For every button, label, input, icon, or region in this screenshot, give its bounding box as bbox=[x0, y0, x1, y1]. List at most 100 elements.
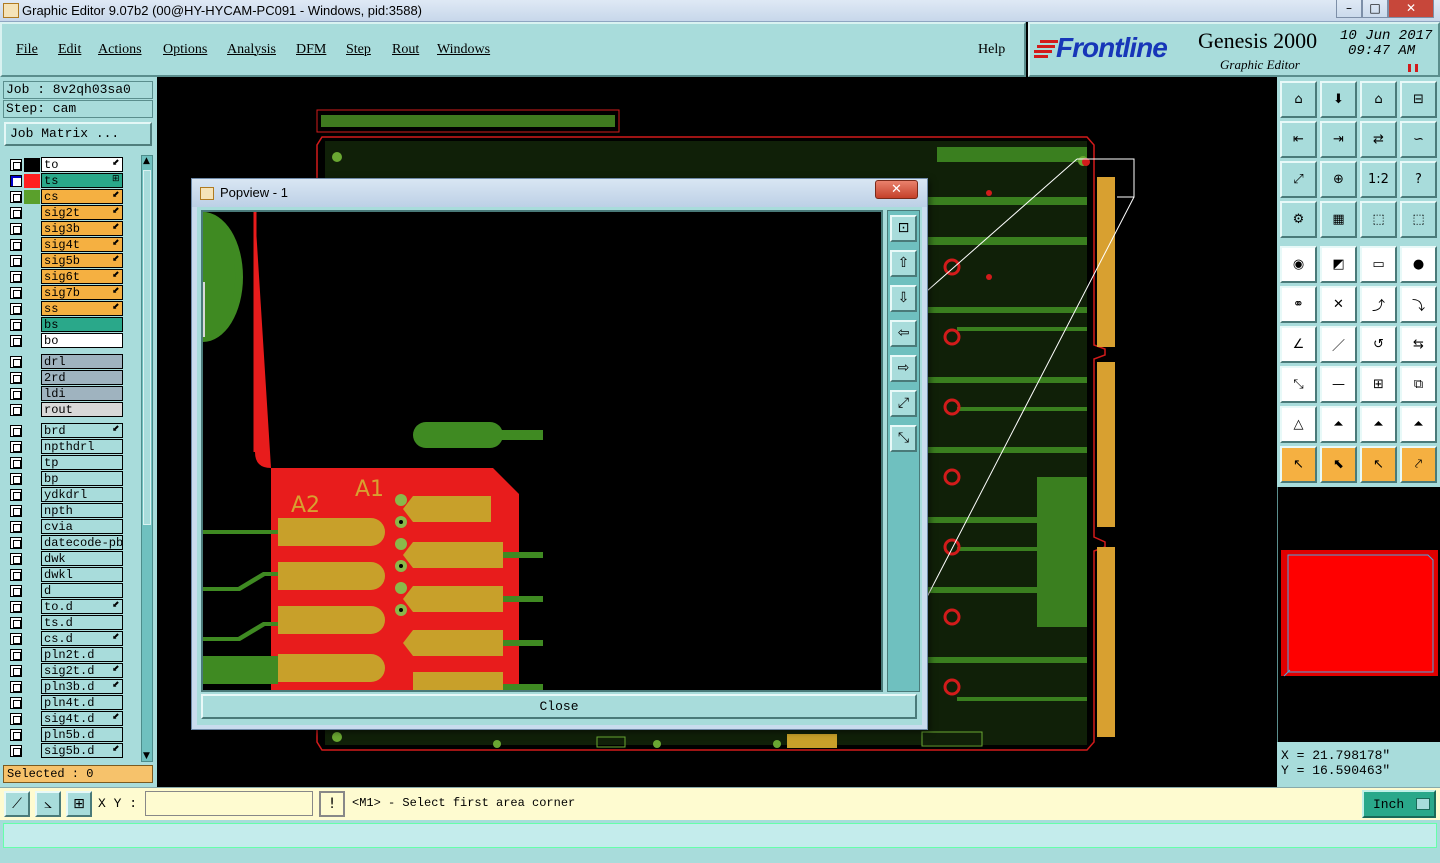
layer-color-swatch[interactable] bbox=[24, 387, 40, 401]
layer-row-rout[interactable]: rout bbox=[4, 402, 140, 418]
layer-name[interactable]: sig2t.d bbox=[41, 663, 123, 678]
layer-checkbox[interactable] bbox=[10, 649, 22, 661]
minimize-button[interactable]: – bbox=[1336, 0, 1362, 18]
line-split-icon[interactable]: ⤵ bbox=[1400, 286, 1437, 323]
layer-checkbox[interactable] bbox=[10, 159, 22, 171]
layer-name[interactable]: sig4t bbox=[41, 237, 123, 252]
zoom-home-icon[interactable]: ⌂ bbox=[1280, 81, 1317, 118]
xy-input[interactable] bbox=[145, 791, 313, 816]
pan-left-icon[interactable]: ⇤ bbox=[1280, 121, 1317, 158]
layer-name[interactable]: d bbox=[41, 583, 123, 598]
zoom-in-icon[interactable]: ⤢ bbox=[1280, 161, 1317, 198]
menu-actions[interactable]: Actions bbox=[98, 42, 142, 58]
line-add-icon[interactable]: ⤴ bbox=[1360, 286, 1397, 323]
layer-checkbox[interactable] bbox=[10, 319, 22, 331]
zoom-fit-icon[interactable]: ⊟ bbox=[1400, 81, 1437, 118]
layer-checkbox[interactable] bbox=[10, 633, 22, 645]
layer-color-swatch[interactable] bbox=[24, 696, 40, 710]
zoom-area-icon[interactable]: ⊕ bbox=[1320, 161, 1357, 198]
layer-name[interactable]: dwk bbox=[41, 551, 123, 566]
layer-row-sig3b[interactable]: sig3b ⬋ bbox=[4, 221, 140, 237]
layer-color-swatch[interactable] bbox=[24, 174, 40, 188]
layer-checkbox[interactable] bbox=[10, 239, 22, 251]
layer-name[interactable]: pln5b.d bbox=[41, 727, 123, 742]
layer-name[interactable]: sig2t bbox=[41, 205, 123, 220]
layer-color-swatch[interactable] bbox=[24, 536, 40, 550]
layer-name[interactable]: bs bbox=[41, 317, 123, 332]
layer-row-d[interactable]: d bbox=[4, 583, 140, 599]
layer-color-swatch[interactable] bbox=[24, 712, 40, 726]
layer-name[interactable]: ts.d bbox=[41, 615, 123, 630]
layer-color-swatch[interactable] bbox=[24, 664, 40, 678]
layer-checkbox[interactable] bbox=[10, 372, 22, 384]
menu-edit[interactable]: Edit bbox=[58, 42, 81, 58]
display-fill-icon[interactable]: ◉ bbox=[1280, 246, 1317, 283]
layer-name[interactable]: ldi bbox=[41, 386, 123, 401]
layer-color-swatch[interactable] bbox=[24, 552, 40, 566]
maximize-button[interactable]: □ bbox=[1362, 0, 1388, 18]
layer-checkbox[interactable] bbox=[10, 601, 22, 613]
layer-row-cs[interactable]: cs ⬋ bbox=[4, 189, 140, 205]
layer-color-swatch[interactable] bbox=[24, 355, 40, 369]
layer-checkbox[interactable] bbox=[10, 255, 22, 267]
layer-compare-icon[interactable]: ⬚ bbox=[1400, 201, 1437, 238]
layer-name[interactable]: ts bbox=[41, 173, 123, 188]
layer-row-bs[interactable]: bs bbox=[4, 317, 140, 333]
layer-name[interactable]: drl bbox=[41, 354, 123, 369]
triangle-c-icon[interactable]: ⏶ bbox=[1360, 406, 1397, 443]
layer-checkbox[interactable] bbox=[10, 505, 22, 517]
layer-row-ydkdrl[interactable]: ydkdrl bbox=[4, 487, 140, 503]
layer-name[interactable]: sig3b bbox=[41, 221, 123, 236]
layer-checkbox[interactable] bbox=[10, 303, 22, 315]
overview-map[interactable] bbox=[1277, 487, 1440, 742]
measure-tool-icon[interactable]: ⚙ bbox=[1280, 201, 1317, 238]
scroll-up-icon[interactable]: ▲ bbox=[143, 156, 150, 166]
layer-row-npthdrl[interactable]: npthdrl bbox=[4, 439, 140, 455]
cross-select-icon[interactable]: ✕ bbox=[1320, 286, 1357, 323]
zoom-ratio-icon[interactable]: 1:2 bbox=[1360, 161, 1397, 198]
layer-row-2rd[interactable]: 2rd bbox=[4, 370, 140, 386]
layer-color-swatch[interactable] bbox=[24, 424, 40, 438]
pan-flip-icon[interactable]: ∽ bbox=[1400, 121, 1437, 158]
layer-checkbox[interactable] bbox=[10, 441, 22, 453]
layer-name[interactable]: to.d bbox=[41, 599, 123, 614]
layer-checkbox[interactable] bbox=[10, 665, 22, 677]
job-matrix-button[interactable]: Job Matrix ... bbox=[4, 122, 152, 146]
layer-checkbox[interactable] bbox=[10, 553, 22, 565]
layer-row-pln5b.d[interactable]: pln5b.d bbox=[4, 727, 140, 743]
layer-color-swatch[interactable] bbox=[24, 632, 40, 646]
layer-name[interactable]: dwkl bbox=[41, 567, 123, 582]
menu-rout[interactable]: Rout bbox=[392, 42, 419, 58]
pan-center-icon[interactable]: ⇄ bbox=[1360, 121, 1397, 158]
layer-color-swatch[interactable] bbox=[24, 456, 40, 470]
layer-name[interactable]: 2rd bbox=[41, 370, 123, 385]
layer-name[interactable]: sig5b.d bbox=[41, 743, 123, 758]
layer-color-swatch[interactable] bbox=[24, 648, 40, 662]
layer-checkbox[interactable] bbox=[10, 473, 22, 485]
layer-checkbox[interactable] bbox=[10, 207, 22, 219]
zoom-window-icon[interactable]: ⌂ bbox=[1360, 81, 1397, 118]
layer-row-brd[interactable]: brd ⬋ bbox=[4, 423, 140, 439]
layer-color-swatch[interactable] bbox=[24, 728, 40, 742]
layer-color-swatch[interactable] bbox=[24, 238, 40, 252]
menu-dfm[interactable]: DFM bbox=[296, 42, 326, 58]
layer-row-to.d[interactable]: to.d ⬋ bbox=[4, 599, 140, 615]
pan-right-icon[interactable]: ⇥ bbox=[1320, 121, 1357, 158]
layer-checkbox[interactable] bbox=[10, 223, 22, 235]
layer-checkbox[interactable] bbox=[10, 425, 22, 437]
layer-name[interactable]: ss bbox=[41, 301, 123, 316]
layer-color-swatch[interactable] bbox=[24, 600, 40, 614]
close-window-button[interactable]: ✕ bbox=[1388, 0, 1434, 18]
pv-move-right-icon[interactable]: ⇨ bbox=[890, 355, 917, 382]
menu-step[interactable]: Step bbox=[346, 42, 371, 58]
layer-row-drl[interactable]: drl bbox=[4, 354, 140, 370]
layer-checkbox[interactable] bbox=[10, 356, 22, 368]
layer-color-swatch[interactable] bbox=[24, 371, 40, 385]
layer-name[interactable]: rout bbox=[41, 402, 123, 417]
layer-color-swatch[interactable] bbox=[24, 270, 40, 284]
layer-name[interactable]: datecode-pbe bbox=[41, 535, 123, 550]
grid-snap-icon[interactable]: ▦ bbox=[1320, 201, 1357, 238]
layer-row-dwk[interactable]: dwk bbox=[4, 551, 140, 567]
layer-color-swatch[interactable] bbox=[24, 520, 40, 534]
layer-row-sig4t.d[interactable]: sig4t.d ⬋ bbox=[4, 711, 140, 727]
